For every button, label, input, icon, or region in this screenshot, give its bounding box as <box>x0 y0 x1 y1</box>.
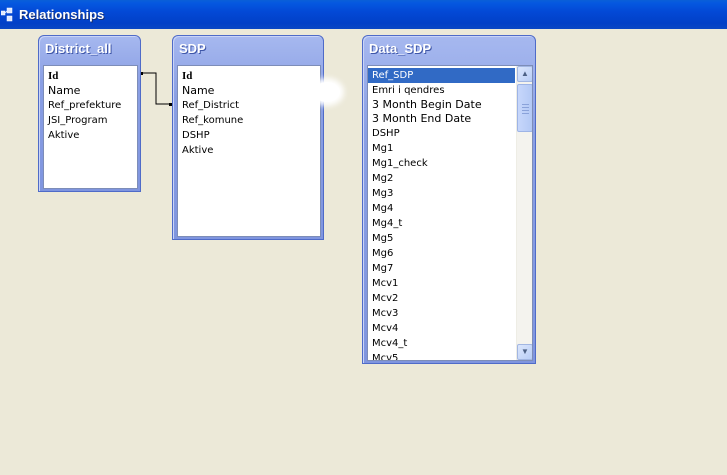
highlight-glow <box>314 82 340 102</box>
field-mcv3[interactable]: Mcv3 <box>368 306 517 321</box>
vertical-scrollbar[interactable]: ▲ ▼ <box>516 66 532 360</box>
field-aktive[interactable]: Aktive <box>178 143 320 158</box>
field-ref-komune[interactable]: Ref_komune <box>178 113 320 128</box>
field-id[interactable]: Id <box>44 69 137 84</box>
field-aktive[interactable]: Aktive <box>44 128 137 143</box>
field-mcv2[interactable]: Mcv2 <box>368 291 517 306</box>
field-name[interactable]: Name <box>178 84 320 98</box>
field-mg4-t[interactable]: Mg4_t <box>368 216 517 231</box>
field-mcv5[interactable]: Mcv5 <box>368 351 517 360</box>
field-mcv4-t[interactable]: Mcv4_t <box>368 336 517 351</box>
field-mg4[interactable]: Mg4 <box>368 201 517 216</box>
field-mg1-check[interactable]: Mg1_check <box>368 156 517 171</box>
field-jsi-program[interactable]: JSI_Program <box>44 113 137 128</box>
field-name[interactable]: Name <box>44 84 137 98</box>
field-mg1[interactable]: Mg1 <box>368 141 517 156</box>
scrollbar-thumb[interactable] <box>517 84 532 132</box>
table-title-sdp[interactable]: SDP <box>179 41 206 56</box>
table-window-sdp[interactable]: SDP Id Name Ref_District Ref_komune DSHP… <box>172 35 324 240</box>
field-mg2[interactable]: Mg2 <box>368 171 517 186</box>
field-mg5[interactable]: Mg5 <box>368 231 517 246</box>
field-list-data-sdp[interactable]: Ref_SDP Emri i qendres 3 Month Begin Dat… <box>367 65 533 361</box>
field-mg7[interactable]: Mg7 <box>368 261 517 276</box>
field-emri-i-qendres[interactable]: Emri i qendres <box>368 83 517 98</box>
field-ref-district[interactable]: Ref_District <box>178 98 320 113</box>
table-window-data-sdp[interactable]: Data_SDP Ref_SDP Emri i qendres 3 Month … <box>362 35 536 364</box>
field-ref-sdp[interactable]: Ref_SDP <box>368 68 515 83</box>
scroll-up-button[interactable]: ▲ <box>517 66 532 82</box>
field-mg3[interactable]: Mg3 <box>368 186 517 201</box>
chevron-down-icon: ▼ <box>521 347 529 356</box>
scroll-down-button[interactable]: ▼ <box>517 344 532 360</box>
field-mcv4[interactable]: Mcv4 <box>368 321 517 336</box>
field-mg6[interactable]: Mg6 <box>368 246 517 261</box>
field-list-sdp[interactable]: Id Name Ref_District Ref_komune DSHP Akt… <box>177 65 321 237</box>
field-list-district-all[interactable]: Id Name Ref_prefekture JSI_Program Aktiv… <box>43 65 138 189</box>
field-mcv1[interactable]: Mcv1 <box>368 276 517 291</box>
field-3-month-begin-date[interactable]: 3 Month Begin Date <box>368 98 517 112</box>
table-title-data-sdp[interactable]: Data_SDP <box>369 41 431 56</box>
field-dshp[interactable]: DSHP <box>368 126 517 141</box>
field-id[interactable]: Id <box>178 69 320 84</box>
relationship-line-district-sdp <box>140 72 172 105</box>
field-3-month-end-date[interactable]: 3 Month End Date <box>368 112 517 126</box>
table-window-district-all[interactable]: District_all Id Name Ref_prefekture JSI_… <box>38 35 141 192</box>
table-title-district-all[interactable]: District_all <box>45 41 111 56</box>
chevron-up-icon: ▲ <box>521 69 529 78</box>
field-dshp[interactable]: DSHP <box>178 128 320 143</box>
field-ref-prefekture[interactable]: Ref_prefekture <box>44 98 137 113</box>
